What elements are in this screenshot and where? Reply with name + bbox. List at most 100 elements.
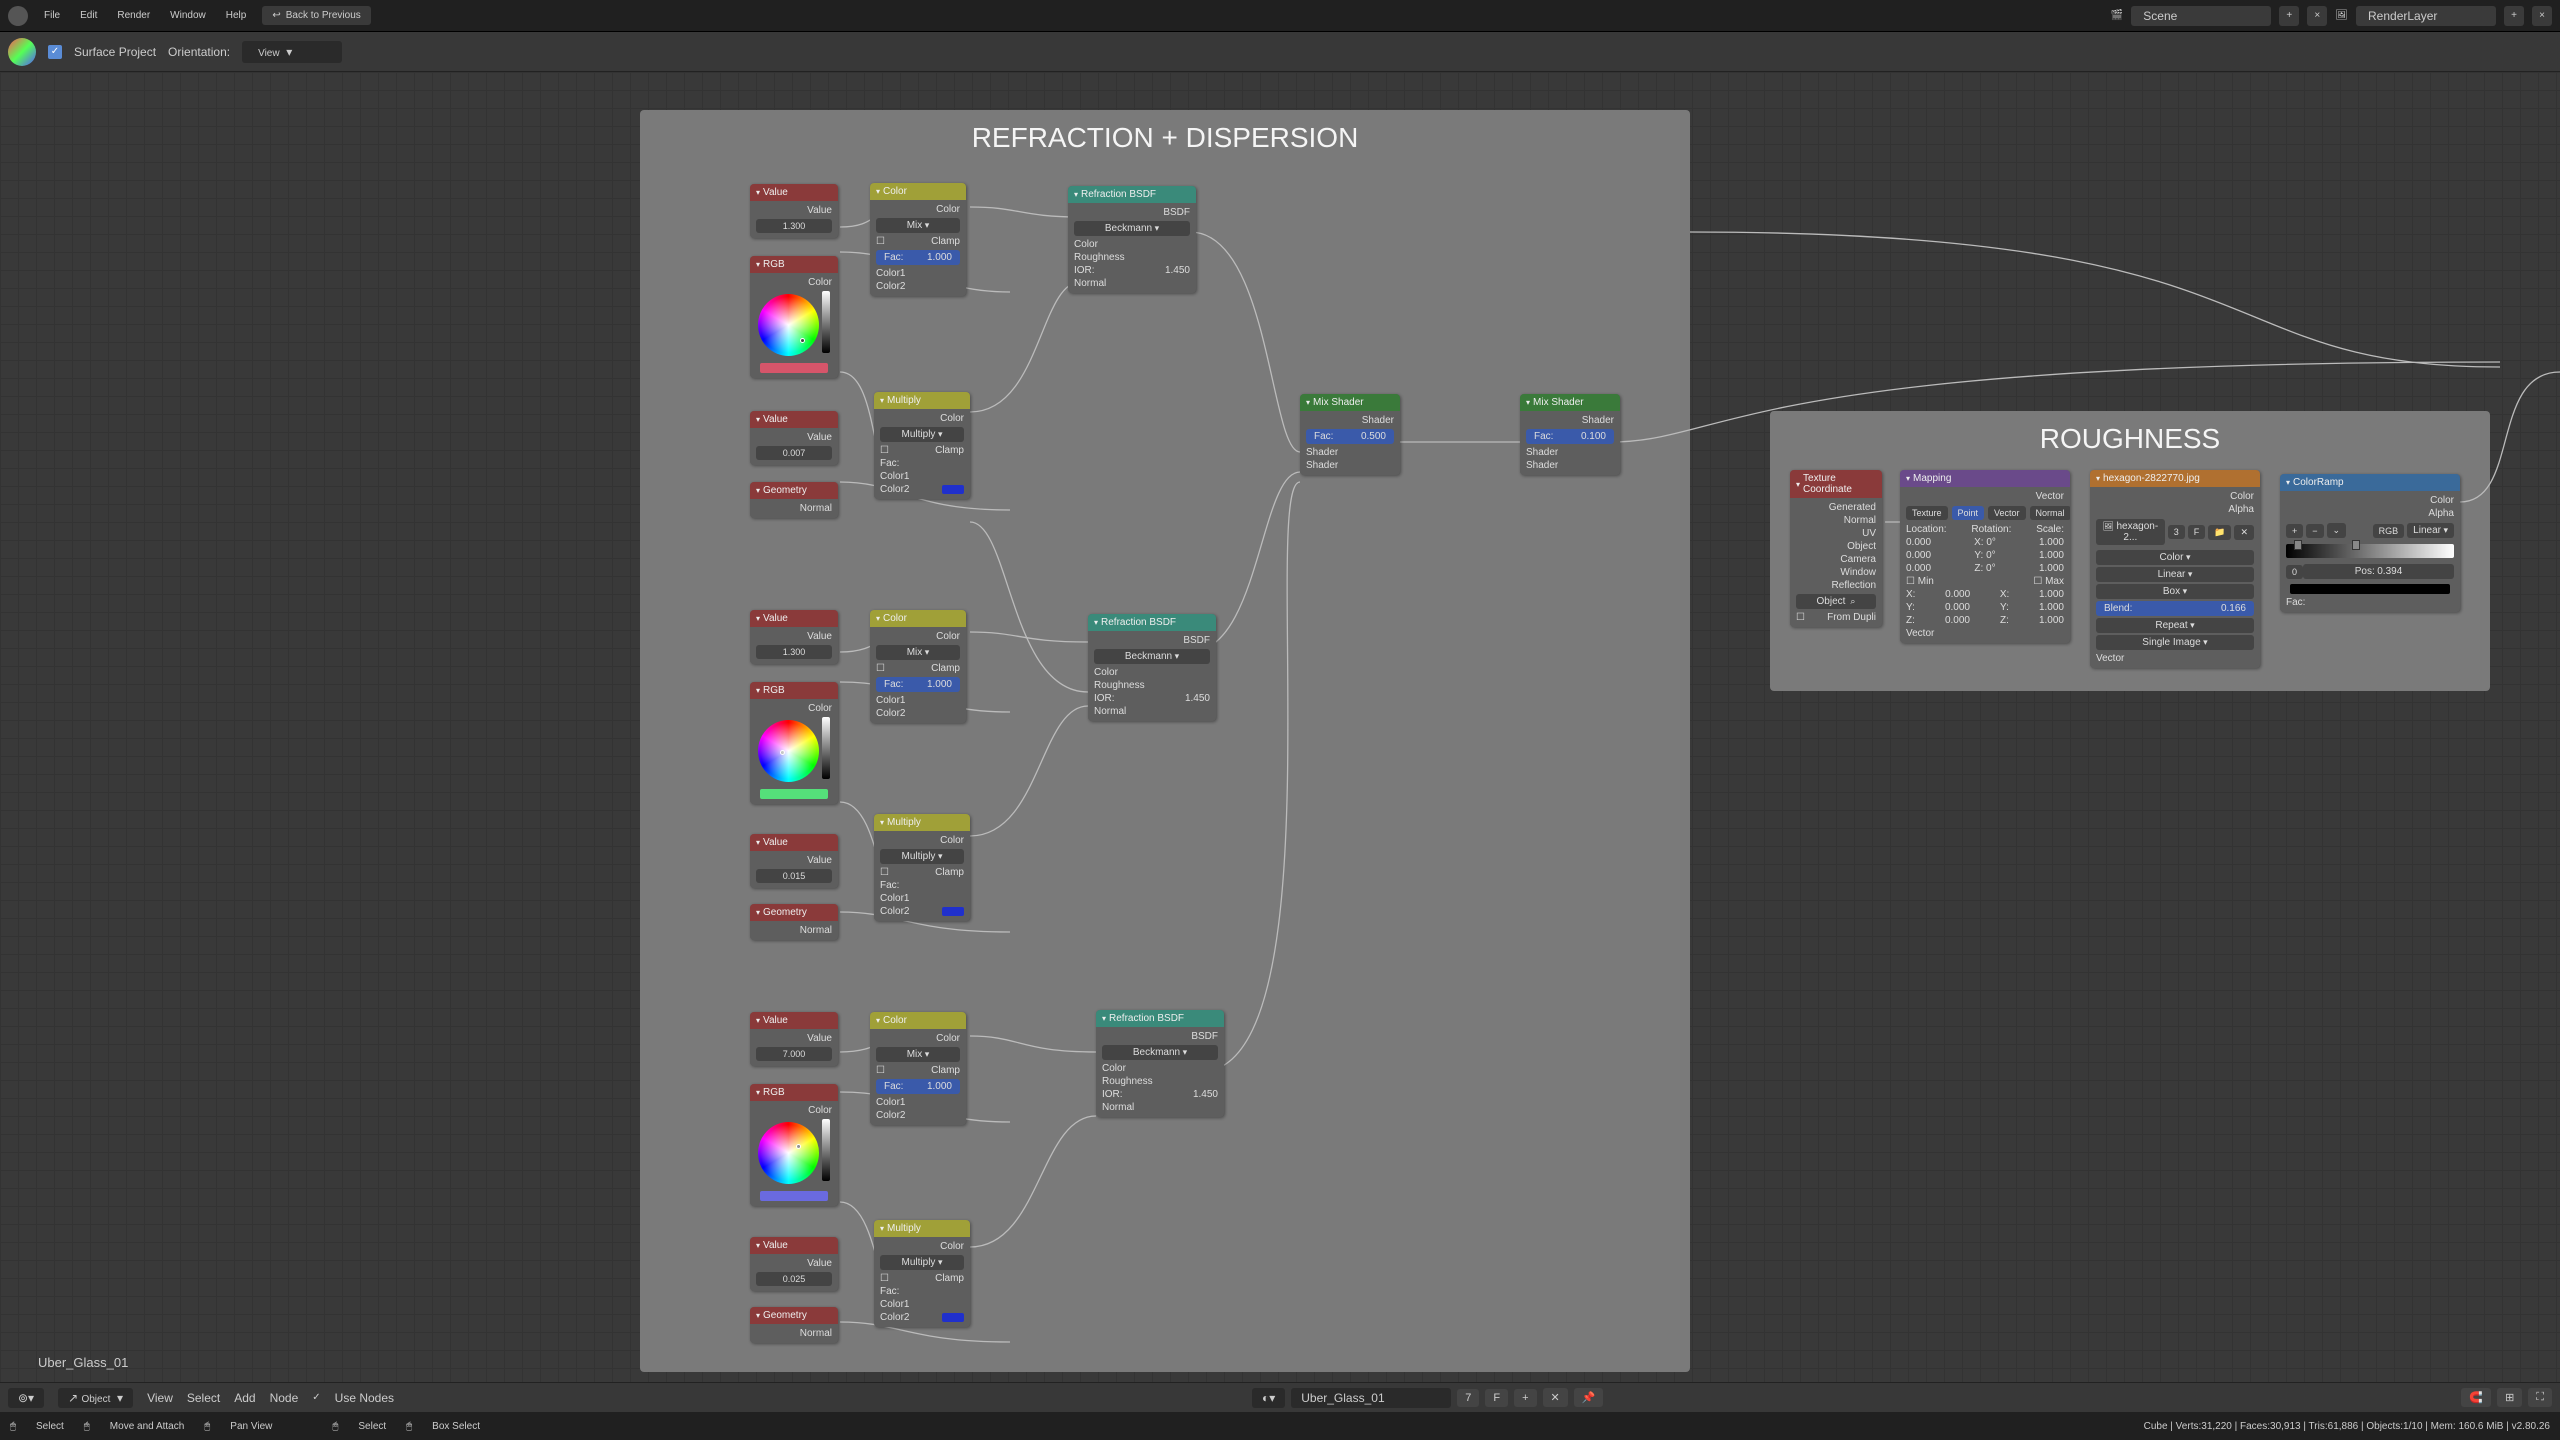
renderlayer-field[interactable]: RenderLayer — [2356, 6, 2496, 26]
ramp-color-swatch[interactable] — [2290, 584, 2450, 594]
material-users[interactable]: 7 — [1457, 1389, 1479, 1407]
ramp-mode[interactable]: RGB — [2373, 524, 2405, 538]
menu-window[interactable]: Window — [170, 10, 206, 21]
footer-select[interactable]: Select — [187, 1391, 220, 1405]
ramp-tools[interactable]: ⌄ — [2327, 523, 2347, 538]
mode-dropdown[interactable]: ↗ Object ▾ — [58, 1388, 133, 1408]
overlay-toggle[interactable]: ⊞ — [2497, 1388, 2522, 1407]
pin-button[interactable]: 📌 — [1574, 1388, 1604, 1407]
node-texture-coordinate[interactable]: ▾Texture Coordinate Generated Normal UV … — [1790, 470, 1882, 627]
app-logo-icon[interactable] — [8, 6, 28, 26]
node-image-texture[interactable]: ▾hexagon-2822770.jpg Color Alpha 🖼 hexag… — [2090, 470, 2260, 668]
color-wheel-1[interactable] — [758, 294, 819, 356]
menu-help[interactable]: Help — [226, 10, 247, 21]
image-open[interactable]: 📁 — [2208, 525, 2231, 540]
node-rgb-3[interactable]: ▾RGB Color — [750, 1084, 838, 1206]
ramp-interp[interactable]: Linear ▾ — [2407, 523, 2454, 538]
object-field[interactable]: Object ⌕ — [1796, 594, 1876, 609]
node-editor-canvas[interactable]: REFRACTION + DISPERSION ROUGHNESS — [0, 72, 2560, 1382]
color-wheel-3[interactable] — [758, 1122, 819, 1184]
fac-1[interactable]: Fac:1.000 — [876, 250, 960, 265]
ramp-index[interactable]: 0 — [2286, 565, 2303, 579]
mult-type-3[interactable]: Multiply ▾ — [880, 1255, 964, 1270]
color-ramp-gradient[interactable] — [2286, 544, 2454, 558]
orientation-dropdown[interactable]: View ▾ — [242, 41, 342, 63]
node-refraction-1[interactable]: ▾Refraction BSDF BSDF Beckmann ▾ Color R… — [1068, 186, 1196, 293]
node-colorramp[interactable]: ▾ColorRamp Color Alpha +−⌄RGBLinear ▾ 0P… — [2280, 474, 2460, 612]
value-slider-3[interactable] — [822, 1119, 830, 1181]
node-mix-shader-2[interactable]: ▾Mix Shader Shader Fac:0.100 Shader Shad… — [1520, 394, 1620, 475]
editor-type-dropdown[interactable]: ⊚▾ — [8, 1388, 44, 1408]
extension-dd[interactable]: Repeat ▾ — [2096, 618, 2254, 633]
mixshader-2-fac[interactable]: Fac:0.100 — [1526, 429, 1614, 444]
scene-icon[interactable]: 🎬 — [2111, 10, 2123, 21]
node-mapping[interactable]: ▾Mapping Vector TexturePointVectorNormal… — [1900, 470, 2070, 643]
colorspace-dd[interactable]: Color ▾ — [2096, 550, 2254, 565]
ramp-pos[interactable]: Pos: 0.394 — [2303, 564, 2454, 579]
node-geometry-2[interactable]: ▾Geometry Normal — [750, 904, 838, 940]
menu-edit[interactable]: Edit — [80, 10, 97, 21]
value-1-field[interactable]: 1.300 — [756, 219, 832, 233]
material-new-button[interactable]: + — [1514, 1389, 1536, 1407]
scene-name-field[interactable]: Scene — [2131, 6, 2271, 26]
node-refraction-2[interactable]: ▾Refraction BSDF BSDF Beckmann ▾ Color R… — [1088, 614, 1216, 721]
mix-type-1[interactable]: Mix ▾ — [876, 218, 960, 233]
color-swatch-3[interactable] — [760, 1191, 828, 1201]
material-name-field[interactable]: Uber_Glass_01 — [1291, 1388, 1451, 1408]
value-2-field[interactable]: 0.007 — [756, 446, 832, 460]
mult-type-1[interactable]: Multiply ▾ — [880, 427, 964, 442]
cursor-3d-icon[interactable] — [8, 38, 36, 66]
node-value-1[interactable]: ▾Value Value 1.300 — [750, 184, 838, 238]
value-slider-1[interactable] — [822, 291, 830, 353]
menu-render[interactable]: Render — [117, 10, 150, 21]
layer-add-button[interactable]: + — [2504, 6, 2524, 26]
node-mix-shader-1[interactable]: ▾Mix Shader Shader Fac:0.500 Shader Shad… — [1300, 394, 1400, 475]
renderlayer-icon[interactable]: 🖼 — [2335, 10, 2348, 21]
distribution-2[interactable]: Beckmann ▾ — [1094, 649, 1210, 664]
back-to-previous-button[interactable]: ↩ Back to Previous — [262, 6, 370, 25]
image-fake[interactable]: F — [2188, 525, 2206, 539]
snap-toggle[interactable]: 🧲 — [2461, 1388, 2491, 1407]
fac-2[interactable]: Fac:1.000 — [876, 677, 960, 692]
footer-node[interactable]: Node — [270, 1391, 299, 1405]
layer-delete-button[interactable]: × — [2532, 6, 2552, 26]
mixshader-1-fac[interactable]: Fac:0.500 — [1306, 429, 1394, 444]
value-slider-2[interactable] — [822, 717, 830, 779]
mult-type-2[interactable]: Multiply ▾ — [880, 849, 964, 864]
backdrop-toggle[interactable]: ⛶ — [2528, 1388, 2552, 1407]
node-mix-color-1[interactable]: ▾Color Color Mix ▾ ☐Clamp Fac:1.000 Colo… — [870, 183, 966, 296]
image-unlink[interactable]: ✕ — [2234, 525, 2254, 540]
node-multiply-1[interactable]: ▾Multiply Color Multiply ▾ ☐Clamp Fac: C… — [874, 392, 970, 499]
node-value-4[interactable]: ▾Value Value0.015 — [750, 834, 838, 888]
interp-dd[interactable]: Linear ▾ — [2096, 567, 2254, 582]
node-refraction-3[interactable]: ▾Refraction BSDF BSDF Beckmann ▾ Color R… — [1096, 1010, 1224, 1117]
mix-type-3[interactable]: Mix ▾ — [876, 1047, 960, 1062]
image-users[interactable]: 3 — [2168, 525, 2185, 539]
color-swatch-1[interactable] — [760, 363, 828, 373]
value-3-field[interactable]: 1.300 — [756, 645, 832, 659]
node-value-2[interactable]: ▾Value Value 0.007 — [750, 411, 838, 465]
color-swatch-2[interactable] — [760, 789, 828, 799]
footer-view[interactable]: View — [147, 1391, 173, 1405]
node-value-3[interactable]: ▾Value Value1.300 — [750, 610, 838, 664]
mix-type-2[interactable]: Mix ▾ — [876, 645, 960, 660]
footer-add[interactable]: Add — [234, 1391, 255, 1405]
value-6-field[interactable]: 0.025 — [756, 1272, 832, 1286]
material-fake-user[interactable]: F — [1485, 1389, 1508, 1407]
projection-dd[interactable]: Box ▾ — [2096, 584, 2254, 599]
node-mix-color-3[interactable]: ▾Color Color Mix ▾ ☐Clamp Fac:1.000 Colo… — [870, 1012, 966, 1125]
node-multiply-2[interactable]: ▾Multiply Color Multiply ▾ ☐Clamp Fac: C… — [874, 814, 970, 921]
color-wheel-2[interactable] — [758, 720, 819, 782]
node-rgb-2[interactable]: ▾RGB Color — [750, 682, 838, 804]
menu-file[interactable]: File — [44, 10, 60, 21]
ramp-del[interactable]: − — [2306, 524, 2323, 538]
image-browse[interactable]: 🖼 hexagon-2... — [2096, 519, 2165, 545]
distribution-1[interactable]: Beckmann ▾ — [1074, 221, 1190, 236]
scene-delete-button[interactable]: × — [2307, 6, 2327, 26]
distribution-3[interactable]: Beckmann ▾ — [1102, 1045, 1218, 1060]
node-multiply-3[interactable]: ▾Multiply Color Multiply ▾ ☐Clamp Fac: C… — [874, 1220, 970, 1327]
fac-3[interactable]: Fac:1.000 — [876, 1079, 960, 1094]
node-value-6[interactable]: ▾Value Value0.025 — [750, 1237, 838, 1291]
ramp-add[interactable]: + — [2286, 524, 2303, 538]
value-4-field[interactable]: 0.015 — [756, 869, 832, 883]
